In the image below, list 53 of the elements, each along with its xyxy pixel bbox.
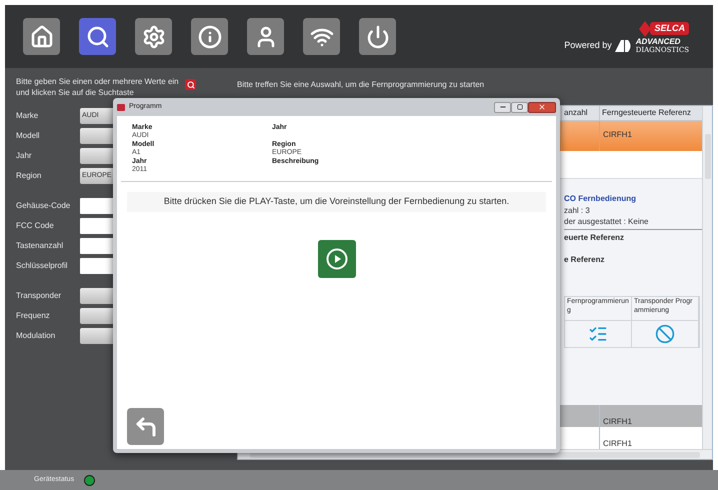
dialog-message: Bitte drücken Sie die PLAY-Taste, um die Voreinstellung der Fernbedienung zu starten. [127, 192, 546, 212]
field-label: Frequenz [16, 310, 51, 322]
details-title: CO Fernbedienung [564, 193, 637, 205]
close-button[interactable] [528, 102, 556, 112]
table-cell: CIRFH1 [603, 439, 632, 448]
vertical-scrollbar[interactable] [702, 106, 712, 449]
settings-button[interactable] [135, 18, 172, 55]
info-icon [198, 24, 222, 48]
details-heading: e Referenz [564, 254, 606, 266]
minimize-button[interactable] [494, 102, 511, 112]
prohibited-icon [655, 324, 675, 344]
table-cell: CIRFH1 [603, 417, 632, 426]
back-button[interactable] [127, 408, 164, 445]
key-logo-icon [638, 20, 652, 38]
details-line: der ausgestattet : Keine [564, 216, 650, 227]
maximize-button[interactable] [511, 102, 528, 112]
wifi-button[interactable] [303, 18, 340, 55]
maximize-icon [516, 104, 522, 110]
column-header[interactable]: anzahl [561, 106, 599, 120]
field-label: Marke [16, 110, 40, 122]
search-button[interactable] [185, 79, 196, 90]
play-button[interactable] [318, 240, 356, 278]
play-icon [326, 248, 348, 270]
settings-icon [142, 24, 166, 48]
details-heading: euerte Referenz [564, 232, 626, 244]
logo-tagline: Powered by [564, 38, 612, 52]
partner-logo-text: ADVANCED [636, 38, 682, 46]
back-arrow-icon [134, 414, 158, 438]
ad-logo-icon [614, 40, 633, 52]
info-button[interactable] [191, 18, 228, 55]
search-icon [86, 24, 110, 48]
power-button[interactable] [359, 18, 396, 55]
search-button[interactable] [79, 18, 116, 55]
table-cell: CIRFH1 [603, 130, 632, 139]
field-label: Gehäuse-Code [16, 200, 72, 212]
details-line: zahl : 3 [564, 205, 591, 216]
field-label: Schlüsselprofil [16, 260, 69, 272]
search-instructions: Bitte geben Sie einen oder mehrere Werte ein und klicken Sie auf die Suchtaste [16, 76, 180, 98]
search-icon [186, 80, 194, 88]
app-icon [117, 104, 125, 110]
home-icon [30, 24, 54, 48]
home-button[interactable] [23, 18, 60, 55]
field-label: Transponder [16, 290, 62, 302]
close-icon [538, 103, 546, 111]
field-label: Jahr [16, 150, 33, 162]
user-button[interactable] [247, 18, 284, 55]
field-label: Modulation [16, 330, 56, 342]
power-icon [366, 24, 390, 48]
results-instructions: Bitte treffen Sie eine Auswahl, um die Fernprogrammierung zu starten [237, 79, 486, 91]
field-label: Modell [16, 130, 41, 142]
field-label: FCC Code [16, 220, 55, 232]
field-label: Tastenanzahl [16, 240, 64, 252]
field-label: Region [16, 170, 42, 182]
